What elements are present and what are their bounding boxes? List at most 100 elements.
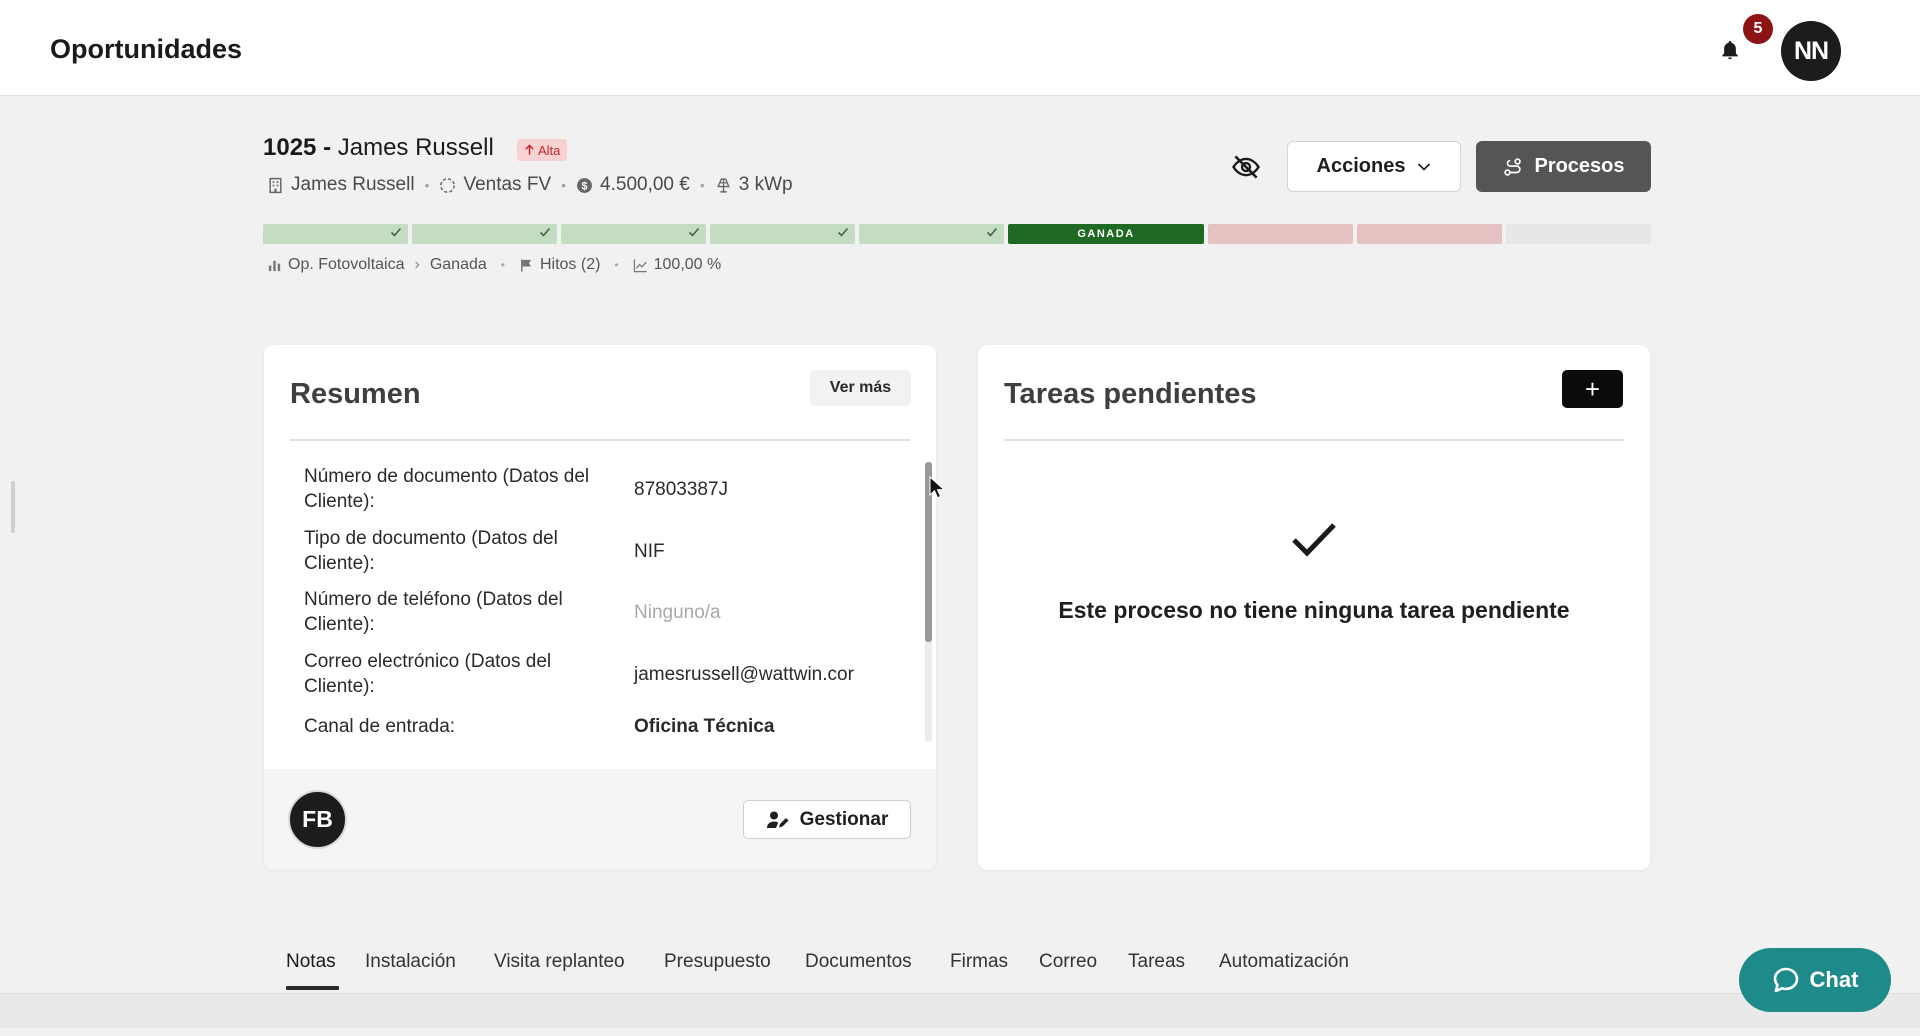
- check-icon: [837, 227, 849, 237]
- divider: [1004, 439, 1624, 441]
- field-value: 87803387J: [634, 479, 729, 500]
- tab-firmas[interactable]: Firmas: [950, 951, 1008, 973]
- priority-label: Alta: [538, 142, 561, 158]
- assignee-avatar[interactable]: FB: [288, 790, 347, 849]
- tab-correo[interactable]: Correo: [1039, 951, 1097, 973]
- opportunity-number: 1025: [263, 134, 317, 161]
- notification-badge[interactable]: 5: [1743, 14, 1773, 44]
- probability: 100,00 %: [653, 256, 722, 273]
- chat-button[interactable]: Chat: [1739, 948, 1891, 1012]
- channel-name: Ventas FV: [463, 174, 552, 195]
- meta-channel: Ventas FV: [439, 174, 551, 196]
- arrow-up-icon: [525, 144, 534, 155]
- meta-dot: •: [424, 177, 430, 193]
- user-avatar[interactable]: NN: [1781, 21, 1841, 81]
- tab-tareas[interactable]: Tareas: [1128, 951, 1185, 973]
- actions-label: Acciones: [1316, 155, 1406, 177]
- see-more-button[interactable]: Ver más: [810, 370, 911, 406]
- processes-button[interactable]: Procesos: [1476, 141, 1651, 192]
- chat-bubble-icon: [1773, 967, 1798, 993]
- pending-tasks-card: Tareas pendientes + Este proceso no tien…: [978, 345, 1650, 870]
- trend-chart-icon: [633, 258, 647, 272]
- bar-chart-icon: [268, 260, 281, 271]
- field-value: Ninguno/a: [634, 602, 721, 623]
- tab-automatizacion[interactable]: Automatización: [1219, 951, 1349, 973]
- actions-dropdown[interactable]: Acciones: [1287, 141, 1461, 192]
- amount-value: 4.500,00 €: [600, 174, 690, 195]
- field-label: Correo electrónico (Datos del Cliente):: [304, 651, 552, 697]
- field-row: Canal de entrada: Oficina Técnica: [304, 714, 894, 744]
- stage-lost[interactable]: [1208, 224, 1353, 244]
- power-value: 3 kWp: [738, 174, 793, 195]
- title-separator: -: [323, 134, 332, 161]
- page-title: Oportunidades: [50, 34, 243, 64]
- coin-icon: $: [577, 177, 592, 193]
- checkmark-icon: [1292, 523, 1336, 557]
- tab-presupuesto[interactable]: Presupuesto: [664, 951, 771, 973]
- eye-off-icon[interactable]: [1231, 152, 1261, 182]
- meta-company[interactable]: James Russell: [267, 174, 415, 196]
- sidebar-handle[interactable]: [11, 481, 15, 533]
- user-edit-icon: [766, 811, 789, 828]
- stage-completed[interactable]: [859, 224, 1004, 244]
- company-name: James Russell: [291, 174, 415, 195]
- summary-card: Resumen Ver más Número de documento (Dat…: [264, 345, 936, 870]
- stage-progress: GANADA: [263, 224, 1651, 244]
- tab-notas[interactable]: Notas: [286, 951, 336, 973]
- check-icon: [986, 227, 998, 237]
- meta-amount: $ 4.500,00 €: [576, 174, 690, 196]
- bell-icon[interactable]: [1719, 38, 1741, 62]
- breadcrumb-separator: ›: [414, 256, 420, 273]
- field-label: Tipo de documento (Datos del Cliente):: [304, 528, 558, 574]
- stage-completed[interactable]: [263, 224, 408, 244]
- milestones[interactable]: Hitos (2): [540, 256, 600, 274]
- stage-completed[interactable]: [561, 224, 706, 244]
- stage-current[interactable]: GANADA: [1008, 224, 1204, 244]
- check-icon: [539, 227, 551, 237]
- meta-power: 3 kWp: [715, 174, 793, 196]
- add-task-button[interactable]: +: [1562, 370, 1623, 408]
- meta-dot: •: [614, 258, 619, 272]
- svg-text:$: $: [582, 180, 588, 192]
- stage-completed[interactable]: [710, 224, 855, 244]
- mouse-cursor-icon: [929, 476, 945, 499]
- chat-label: Chat: [1809, 967, 1859, 992]
- detail-tabs: Notas Instalación Visita replanteo Presu…: [0, 946, 1920, 994]
- field-value: NIF: [634, 541, 665, 562]
- priority-badge: Alta: [517, 139, 568, 161]
- flag-icon: [521, 258, 531, 272]
- content-area-edge: [0, 994, 1920, 1028]
- field-value: Oficina Técnica: [634, 716, 775, 737]
- pipeline-info: Op. Fotovoltaica › Ganada • Hitos (2) • …: [267, 256, 721, 274]
- check-icon: [390, 227, 402, 237]
- active-tab-indicator: [286, 986, 339, 990]
- manage-label: Gestionar: [799, 808, 889, 830]
- building-icon: [269, 177, 282, 193]
- stage-lost[interactable]: [1357, 224, 1502, 244]
- field-row: Número de documento (Datos del Cliente):…: [304, 464, 894, 514]
- tab-documentos[interactable]: Documentos: [805, 951, 912, 973]
- manage-button[interactable]: Gestionar: [743, 800, 911, 839]
- route-icon: [1504, 157, 1522, 176]
- field-row: Correo electrónico (Datos del Cliente): …: [304, 649, 894, 699]
- stage-pending[interactable]: [1506, 224, 1651, 244]
- chevron-down-icon: [1418, 162, 1431, 171]
- dashed-circle-icon: [440, 177, 456, 193]
- field-label: Número de teléfono (Datos del Cliente):: [304, 589, 563, 635]
- field-row: Tipo de documento (Datos del Cliente): N…: [304, 526, 894, 576]
- top-bar: Oportunidades 5 NN: [0, 0, 1920, 96]
- check-icon: [688, 227, 700, 237]
- tasks-title: Tareas pendientes: [1004, 378, 1257, 410]
- pipeline-name[interactable]: Op. Fotovoltaica: [288, 256, 405, 274]
- solar-panel-icon: [716, 177, 730, 193]
- stage-completed[interactable]: [412, 224, 557, 244]
- summary-footer: FB Gestionar: [264, 769, 936, 870]
- tab-instalacion[interactable]: Instalación: [365, 951, 456, 973]
- fields-scrollbar[interactable]: [925, 462, 932, 742]
- summary-title: Resumen: [290, 378, 421, 410]
- tab-visita-replanteo[interactable]: Visita replanteo: [494, 951, 625, 973]
- field-label: Número de documento (Datos del Cliente):: [304, 466, 590, 512]
- meta-dot: •: [500, 258, 505, 272]
- pipeline-stage[interactable]: Ganada: [430, 256, 487, 274]
- field-row: Número de teléfono (Datos del Cliente): …: [304, 587, 894, 637]
